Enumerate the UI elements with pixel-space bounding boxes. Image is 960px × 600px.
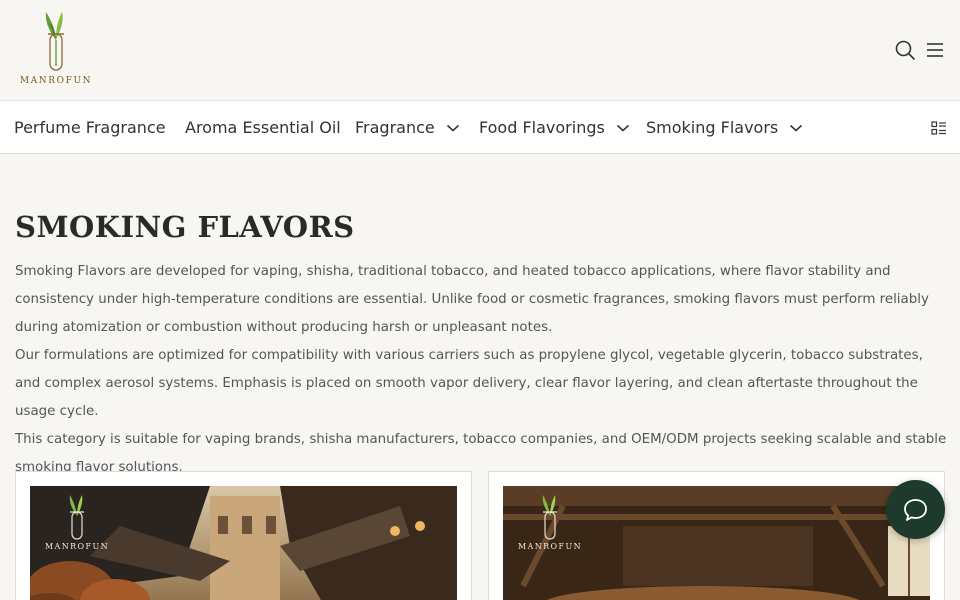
search-icon[interactable]	[894, 39, 916, 61]
logo-vial-icon	[69, 495, 84, 540]
nav-item-smoking-flavors[interactable]: Smoking Flavors	[646, 101, 803, 154]
product-image[interactable]: MANROFUN	[503, 486, 930, 600]
chat-bubble-icon	[904, 499, 927, 521]
chevron-down-icon	[616, 124, 629, 132]
product-card[interactable]: MANROFUN	[15, 471, 472, 600]
main-nav: Perfume Fragrance Aroma Essential Oil Fr…	[0, 100, 960, 154]
nav-item-label: Smoking Flavors	[646, 118, 779, 137]
chat-button[interactable]	[886, 480, 945, 539]
nav-item-food-flavorings[interactable]: Food Flavorings	[479, 101, 630, 154]
description-paragraph: Our formulations are optimized for compa…	[15, 348, 923, 419]
chevron-down-icon	[790, 124, 803, 132]
site-logo[interactable]: MANROFUN	[18, 10, 94, 90]
product-image[interactable]: MANROFUN	[30, 486, 457, 600]
nav-item-label: Aroma Essential Oil	[185, 118, 341, 137]
chevron-down-icon	[446, 124, 459, 132]
image-logo: MANROFUN	[515, 494, 585, 556]
nav-item-fragrance[interactable]: Fragrance	[355, 101, 460, 154]
logo-vial-icon	[542, 495, 557, 540]
nav-item-label: Fragrance	[355, 118, 435, 137]
menu-icon[interactable]	[925, 39, 947, 61]
site-header: MANROFUN	[0, 0, 960, 100]
image-logo: MANROFUN	[42, 494, 112, 556]
page-title: SMOKING FLAVORS	[15, 210, 355, 244]
nav-item-aroma-essential-oil[interactable]: Aroma Essential Oil	[185, 101, 341, 154]
product-card[interactable]: MANROFUN	[488, 471, 945, 600]
logo-wordmark: MANROFUN	[44, 542, 110, 551]
description-paragraph: Smoking Flavors are developed for vaping…	[15, 264, 929, 335]
category-description: Smoking Flavors are developed for vaping…	[15, 258, 950, 482]
logo-vial-icon	[45, 12, 64, 71]
nav-item-perfume-fragrance[interactable]: Perfume Fragrance	[14, 101, 166, 154]
logo-wordmark: MANROFUN	[517, 542, 583, 551]
logo-wordmark: MANROFUN	[19, 76, 93, 86]
view-list-icon[interactable]	[930, 119, 948, 137]
nav-item-label: Food Flavorings	[479, 118, 605, 137]
nav-item-label: Perfume Fragrance	[14, 118, 166, 137]
